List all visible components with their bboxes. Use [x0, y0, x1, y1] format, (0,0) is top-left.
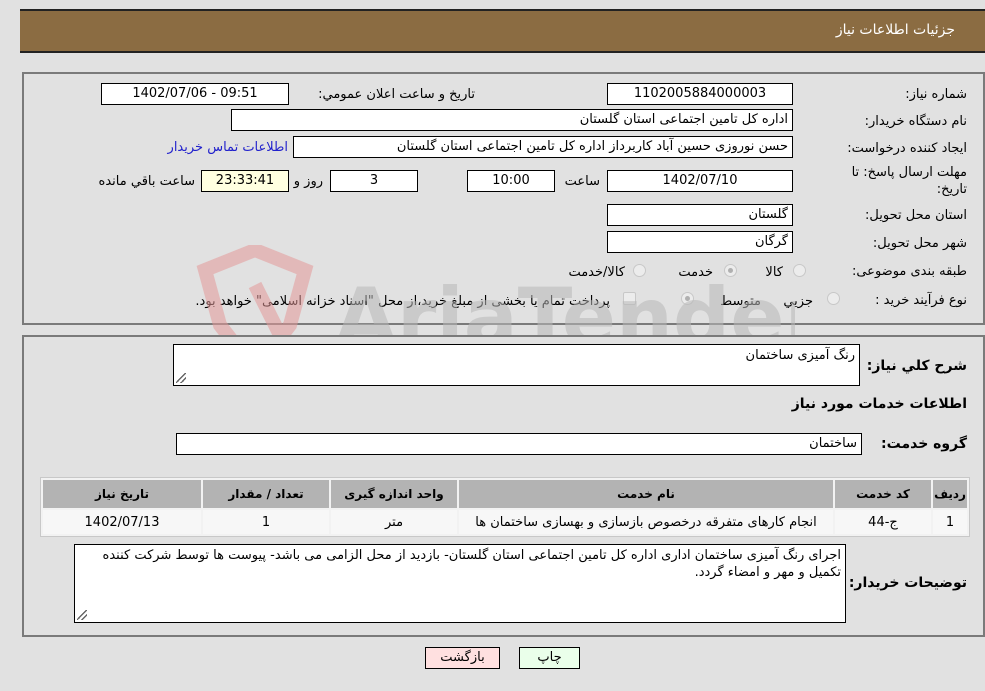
- announce-datetime-field: 1402/07/06 - 09:51: [101, 83, 289, 105]
- remaining-time-field: 23:33:41: [201, 170, 289, 192]
- cell-need-date: 1402/07/13: [43, 510, 201, 534]
- col-service-code: کد خدمت: [835, 480, 931, 508]
- col-need-date: تاريخ نياز: [43, 480, 201, 508]
- deadline-time-label: ساعت: [564, 174, 600, 189]
- process-radio-medium[interactable]: [681, 292, 694, 305]
- col-unit: واحد اندازه گيری: [331, 480, 457, 508]
- cell-row-number: 1: [933, 510, 967, 534]
- deadline-date-field: 1402/07/10: [607, 170, 793, 192]
- category-label: طبقه بندی موضوعی:: [851, 264, 967, 279]
- province-field: گلستان: [607, 204, 793, 226]
- page-header: جزئيات اطلاعات نياز: [20, 9, 985, 53]
- page-title: جزئيات اطلاعات نياز: [835, 22, 955, 38]
- city-field: گرگان: [607, 231, 793, 253]
- table-row: 1 ج-44 انجام کارهای متفرقه درخصوص بازساز…: [43, 510, 967, 534]
- buyer-org-field: اداره کل تامین اجتماعی استان گلستان: [231, 109, 793, 131]
- deadline-time-field: 10:00: [467, 170, 555, 192]
- treasury-checkbox[interactable]: [623, 292, 636, 305]
- back-button[interactable]: بازگشت: [425, 647, 500, 669]
- remaining-label: ساعت باقي مانده: [98, 174, 195, 189]
- category-radio-goods[interactable]: [793, 264, 806, 277]
- table-header-row: رديف کد خدمت نام خدمت واحد اندازه گيری ت…: [43, 480, 967, 508]
- col-service-name: نام خدمت: [459, 480, 833, 508]
- need-number-field: 1102005884000003: [607, 83, 793, 105]
- need-number-label: شماره نياز:: [905, 87, 967, 102]
- creator-field: حسن نوروزی حسین آباد کاربرداز اداره کل ت…: [293, 136, 793, 158]
- resize-grip-icon[interactable]: [77, 610, 87, 620]
- buyer-notes-text: اجرای رنگ آمیزی ساختمان اداری اداره کل ت…: [102, 548, 841, 580]
- general-desc-label: شرح کلي نياز:: [866, 358, 967, 374]
- service-group-label: گروه خدمت:: [881, 436, 967, 452]
- process-option-minor: جزيي: [783, 294, 813, 309]
- process-label: نوع فرآيند خريد :: [875, 293, 967, 308]
- buyer-contact-link[interactable]: اطلاعات تماس خريدار: [168, 140, 288, 155]
- print-button[interactable]: چاپ: [519, 647, 580, 669]
- process-radio-minor[interactable]: [827, 292, 840, 305]
- cell-service-name: انجام کارهای متفرقه درخصوص بازسازی و بهس…: [459, 510, 833, 534]
- deadline-label: مهلت ارسال پاسخ: تا: [851, 165, 967, 180]
- city-label: شهر محل تحويل:: [872, 236, 967, 251]
- general-desc-textarea[interactable]: رنگ آمیزی ساختمان: [173, 344, 860, 386]
- announce-label: تاريخ و ساعت اعلان عمومي:: [318, 87, 475, 102]
- cell-unit: متر: [331, 510, 457, 534]
- cell-quantity: 1: [203, 510, 329, 534]
- province-label: استان محل تحويل:: [865, 208, 967, 223]
- resize-grip-icon[interactable]: [176, 373, 186, 383]
- cell-service-code: ج-44: [835, 510, 931, 534]
- general-desc-text: رنگ آمیزی ساختمان: [745, 348, 855, 363]
- category-option-service: خدمت: [678, 265, 713, 280]
- process-option-medium: متوسط: [720, 294, 761, 309]
- treasury-note: پرداخت تمام يا بخشی از مبلغ خريد،از محل …: [195, 294, 610, 309]
- buyer-notes-label: توضيحات خريدار:: [848, 575, 967, 591]
- col-quantity: تعداد / مقدار: [203, 480, 329, 508]
- col-row-number: رديف: [933, 480, 967, 508]
- deadline-label-date: تاريخ:: [936, 182, 967, 197]
- days-remaining-field: 3: [330, 170, 418, 192]
- services-table: رديف کد خدمت نام خدمت واحد اندازه گيری ت…: [40, 477, 970, 537]
- category-radio-service[interactable]: [724, 264, 737, 277]
- category-option-goods-service: کالا/خدمت: [568, 265, 625, 280]
- creator-label: ايجاد کننده درخواست:: [847, 141, 967, 156]
- days-label: روز و: [293, 174, 323, 189]
- category-radio-goods-service[interactable]: [633, 264, 646, 277]
- category-option-goods: کالا: [765, 265, 783, 280]
- services-heading: اطلاعات خدمات مورد نياز: [791, 396, 967, 412]
- buyer-org-label: نام دستگاه خريدار:: [864, 114, 967, 129]
- service-group-field: ساختمان: [176, 433, 862, 455]
- buyer-notes-textarea[interactable]: اجرای رنگ آمیزی ساختمان اداری اداره کل ت…: [74, 544, 846, 623]
